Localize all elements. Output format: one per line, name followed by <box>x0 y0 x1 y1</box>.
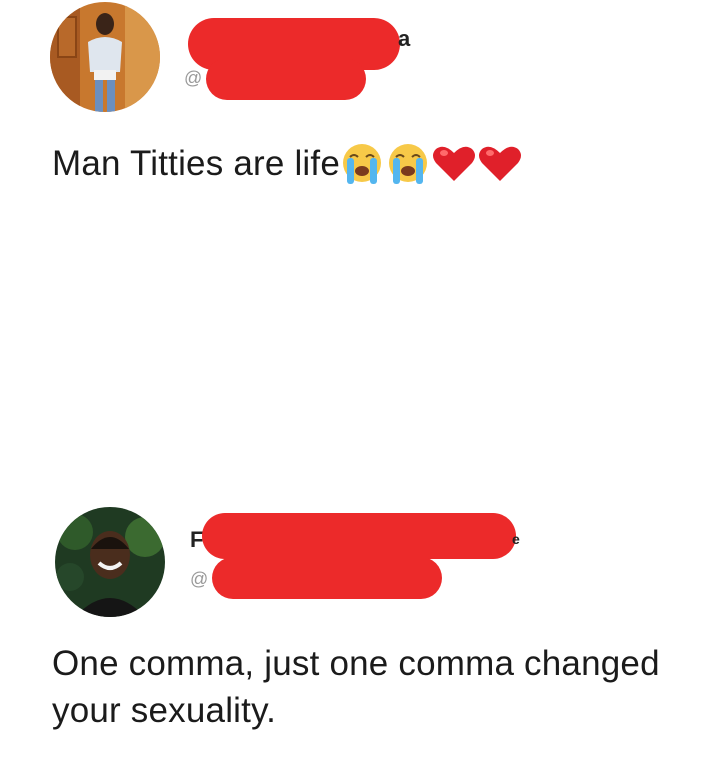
tweet-1: a @ Man Titties are life <box>0 0 720 260</box>
redacted-handle <box>206 58 366 100</box>
red-heart-icon <box>476 141 524 185</box>
loudly-crying-face-icon <box>338 141 386 185</box>
tweet-2: F e @ One comma, just one comma changed … <box>0 495 720 772</box>
avatar[interactable] <box>50 2 160 112</box>
handle-at-sign: @ <box>190 569 209 589</box>
display-name-fragment-end: e <box>512 531 520 547</box>
display-name-fragment: a <box>398 26 411 51</box>
tweet-text: Man Titties are life <box>52 140 524 187</box>
red-heart-icon <box>430 141 478 185</box>
tweet-text: One comma, just one comma changed your s… <box>52 644 660 730</box>
redacted-name <box>202 513 516 559</box>
tweet-text-body: Man Titties are life <box>52 144 340 183</box>
handle-at-sign: @ <box>184 68 203 88</box>
redacted-handle <box>212 557 442 599</box>
loudly-crying-face-icon <box>384 141 432 185</box>
avatar[interactable] <box>55 507 165 617</box>
